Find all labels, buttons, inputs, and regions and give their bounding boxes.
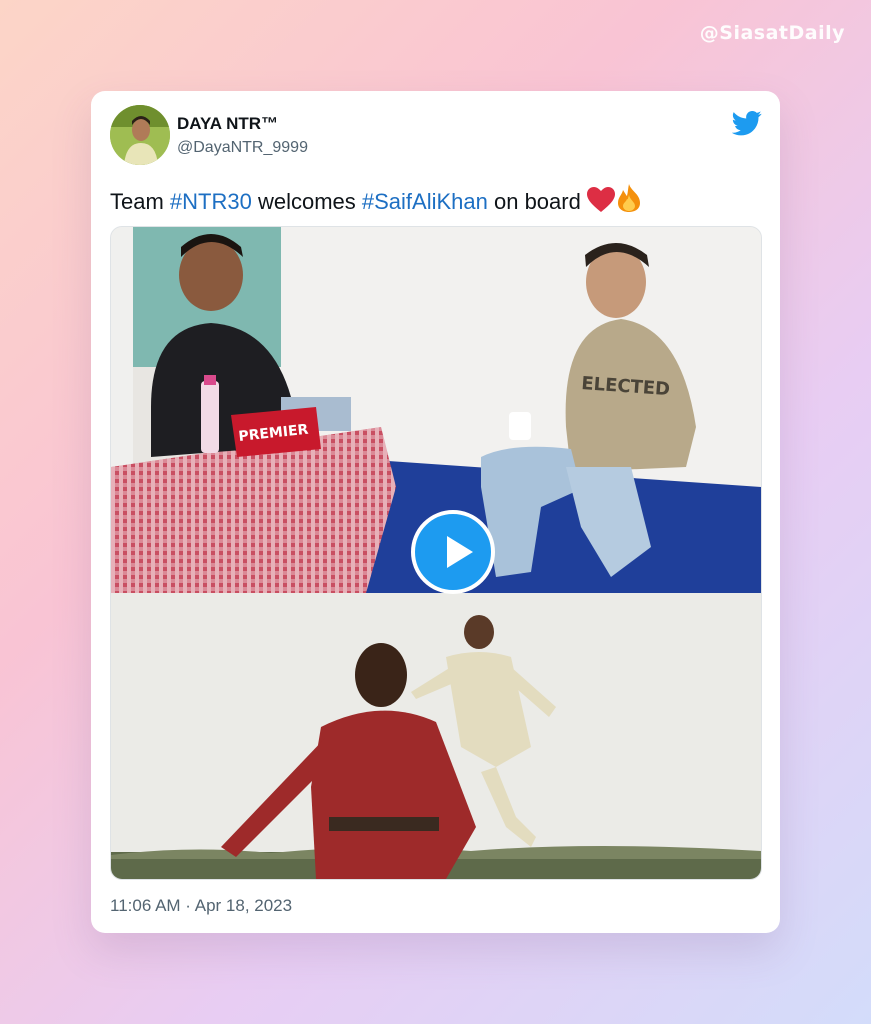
tweet-text-part: Team — [110, 189, 170, 214]
author-name[interactable]: DAYA NTR™ — [177, 114, 278, 134]
play-icon — [447, 536, 473, 568]
author-handle[interactable]: @DayaNTR_9999 — [177, 139, 308, 157]
author-avatar[interactable] — [110, 105, 170, 165]
red-heart-emoji — [586, 187, 615, 212]
tweet-media[interactable]: PREMIER ELECTED — [110, 226, 762, 880]
tweet-text-part: on board — [487, 189, 587, 214]
twitter-bird-icon[interactable] — [732, 108, 762, 138]
play-button[interactable] — [411, 510, 495, 594]
watermark: @SiasatDaily — [699, 22, 845, 44]
tweet-text-part: welcomes — [251, 189, 362, 214]
tweet-card: DAYA NTR™ @DayaNTR_9999 Team #NTR30 welc… — [91, 91, 780, 933]
tweet-timestamp[interactable]: 11:06 AM · Apr 18, 2023 — [110, 896, 292, 916]
hashtag-ntr30[interactable]: #NTR30 — [170, 189, 252, 214]
tweet-text: Team #NTR30 welcomes #SaifAliKhan on boa… — [110, 183, 643, 215]
fire-emoji — [617, 184, 640, 212]
hashtag-saifalikhan[interactable]: #SaifAliKhan — [362, 189, 488, 214]
